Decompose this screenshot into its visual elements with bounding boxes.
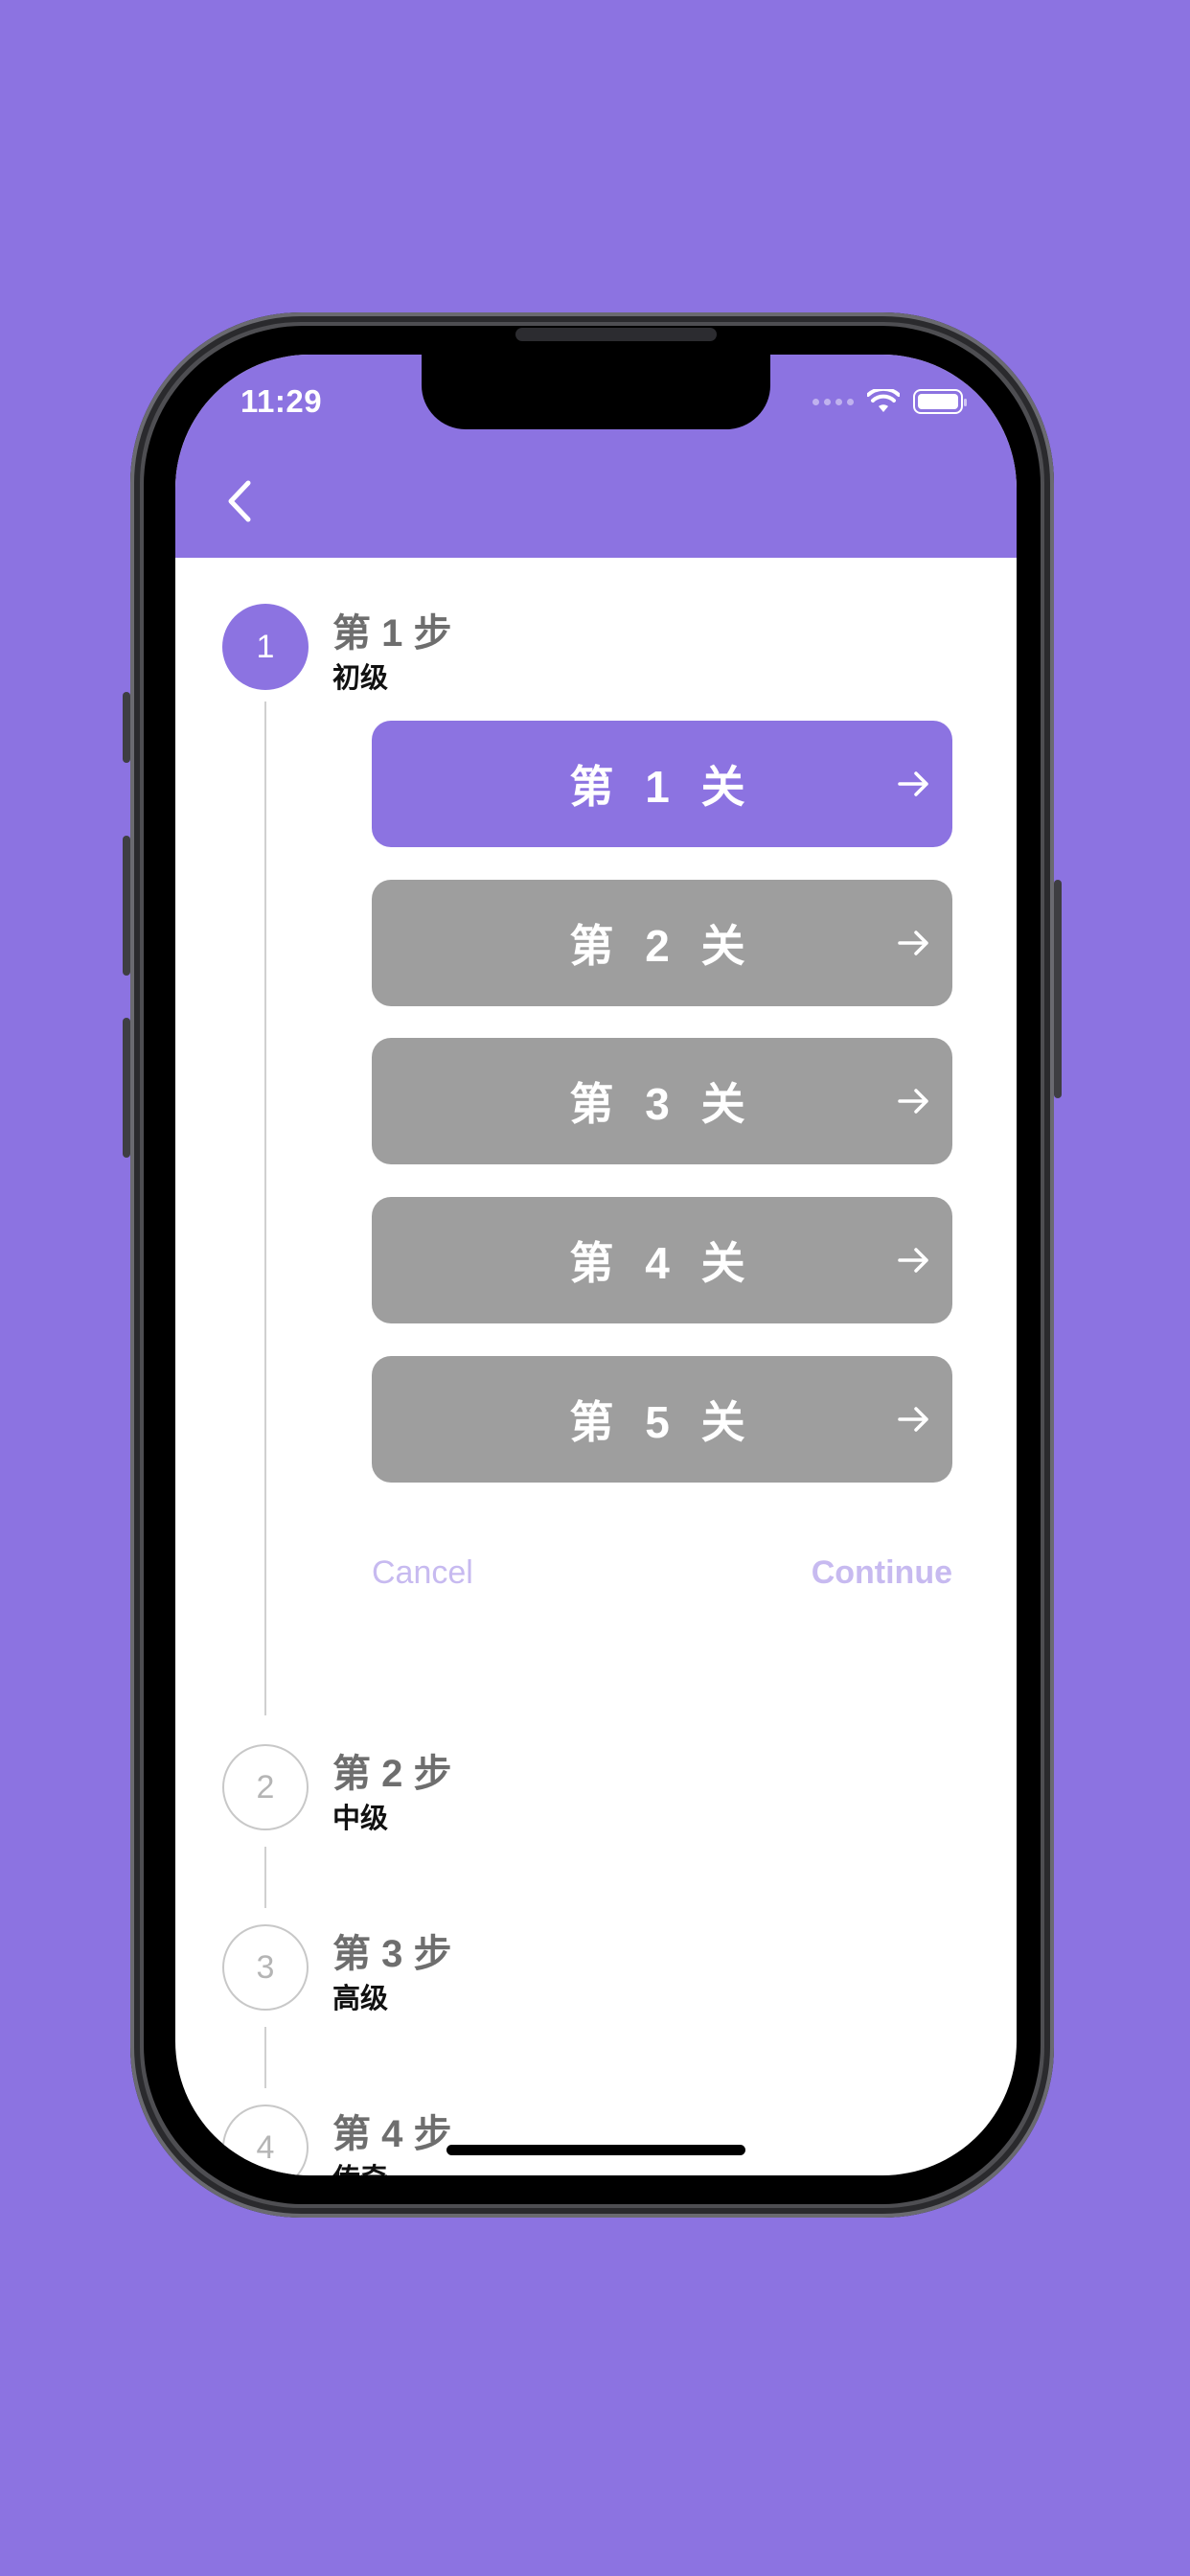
step-2-subtitle: 中级 bbox=[332, 1804, 389, 1834]
step-1-subtitle: 初级 bbox=[332, 663, 389, 694]
level-1-button[interactable]: 第 1 关 bbox=[372, 721, 952, 847]
arrow-right-icon bbox=[898, 931, 928, 955]
volume-up-button bbox=[123, 836, 130, 976]
earpiece-speaker bbox=[515, 328, 717, 341]
chevron-left-icon bbox=[228, 480, 251, 522]
arrow-right-icon bbox=[898, 1407, 928, 1432]
level-3-button[interactable]: 第 3 关 bbox=[372, 1038, 952, 1164]
step-4-title: 第 4 步 bbox=[332, 2113, 452, 2155]
level-2-button[interactable]: 第 2 关 bbox=[372, 880, 952, 1006]
level-4-button[interactable]: 第 4 关 bbox=[372, 1197, 952, 1323]
level-3-label: 第 3 关 bbox=[569, 1079, 755, 1129]
level-5-button[interactable]: 第 5 关 bbox=[372, 1356, 952, 1483]
cellular-signal-icon bbox=[812, 398, 854, 405]
level-1-label: 第 1 关 bbox=[569, 762, 755, 812]
status-icons bbox=[812, 389, 967, 414]
mute-switch bbox=[123, 692, 130, 763]
arrow-right-icon bbox=[898, 771, 928, 796]
step-2-indicator[interactable]: 2 bbox=[222, 1744, 309, 1830]
status-time: 11:29 bbox=[240, 383, 323, 419]
battery-icon bbox=[913, 389, 967, 414]
app-screen: 11:29 1 第 1 步 初级 第 1 关 第 2 关 第 3 关 第 4 关… bbox=[175, 355, 1017, 2175]
step-connector-line bbox=[264, 1847, 266, 1908]
back-button[interactable] bbox=[219, 477, 262, 525]
arrow-right-icon bbox=[898, 1248, 928, 1273]
cancel-button[interactable]: Cancel bbox=[372, 1554, 473, 1592]
power-button bbox=[1054, 880, 1062, 1098]
continue-button[interactable]: Continue bbox=[812, 1554, 952, 1592]
arrow-right-icon bbox=[898, 1089, 928, 1114]
step-connector-line bbox=[264, 702, 266, 1715]
level-2-label: 第 2 关 bbox=[569, 921, 755, 971]
volume-down-button bbox=[123, 1018, 130, 1158]
level-4-label: 第 4 关 bbox=[569, 1238, 755, 1288]
step-1-title: 第 1 步 bbox=[332, 612, 452, 655]
level-5-label: 第 5 关 bbox=[569, 1397, 755, 1447]
step-3-title: 第 3 步 bbox=[332, 1933, 452, 1975]
step-connector-line bbox=[264, 2027, 266, 2088]
step-3-subtitle: 高级 bbox=[332, 1984, 389, 2014]
camera-notch bbox=[422, 355, 770, 429]
step-4-indicator[interactable]: 4 bbox=[222, 2104, 309, 2175]
step-2-title: 第 2 步 bbox=[332, 1753, 452, 1795]
home-indicator[interactable] bbox=[446, 2145, 745, 2155]
step-4-subtitle: 传奇 bbox=[332, 2156, 388, 2175]
wifi-icon bbox=[867, 389, 900, 412]
step-1-indicator[interactable]: 1 bbox=[222, 604, 309, 690]
step-actions: Cancel Continue bbox=[372, 1554, 952, 1602]
step-3-indicator[interactable]: 3 bbox=[222, 1924, 309, 2011]
